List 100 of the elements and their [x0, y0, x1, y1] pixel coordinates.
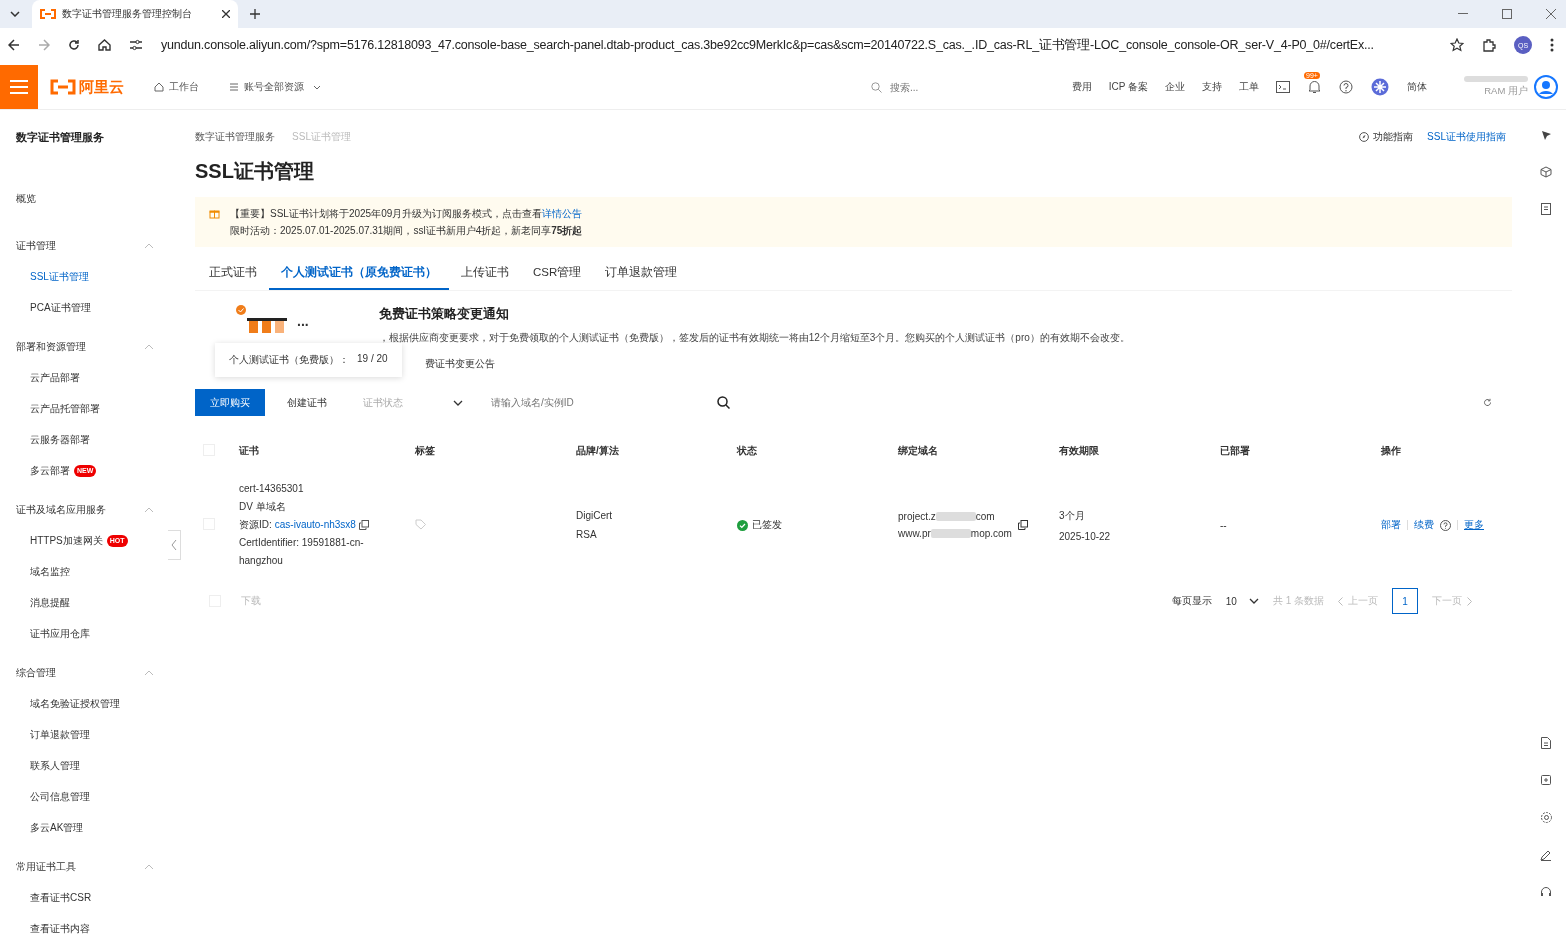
cube-icon[interactable] — [1540, 166, 1552, 178]
minimize-icon[interactable] — [1458, 13, 1468, 15]
sidebar-item[interactable]: 域名免验证授权管理 — [16, 688, 168, 719]
logo-icon — [40, 9, 56, 19]
sidebar-item[interactable]: 云产品部署 — [16, 362, 168, 393]
back-icon[interactable] — [8, 39, 20, 51]
expiry-date: 2025-10-22 — [1059, 530, 1112, 542]
header-link[interactable]: 费用 — [1071, 80, 1092, 94]
chevron-down-icon[interactable] — [10, 11, 20, 17]
sidebar-item[interactable]: 消息提醒 — [16, 587, 168, 618]
settings-icon[interactable] — [1539, 811, 1553, 824]
chevron-down-icon — [453, 399, 463, 406]
sidebar-group[interactable]: 常用证书工具 — [16, 851, 168, 882]
edit-icon[interactable] — [1540, 849, 1552, 861]
refresh-icon[interactable] — [1483, 398, 1492, 407]
quota-value: 19 / 20 — [357, 353, 388, 366]
sidebar-item[interactable]: 查看证书内容 — [16, 913, 168, 944]
total-count: 共 1 条数据 — [1272, 594, 1324, 608]
domain-text: com — [975, 510, 995, 524]
close-icon[interactable] — [222, 10, 230, 18]
sidebar-item[interactable]: 概览 — [16, 176, 168, 222]
sidebar-item[interactable]: 公司信息管理 — [16, 781, 168, 812]
more-link[interactable]: 更多 — [1464, 518, 1484, 532]
renew-link[interactable]: 续费 — [1414, 518, 1434, 532]
chevron-right-icon — [1467, 596, 1472, 606]
page-size-select[interactable]: 10 — [1225, 595, 1259, 607]
blurred-username — [1464, 76, 1528, 82]
tab[interactable]: 个人测试证书（原免费证书） — [269, 257, 449, 290]
page-number-button[interactable]: 1 — [1392, 588, 1418, 614]
sidebar-group[interactable]: 证书及域名应用服务 — [16, 494, 168, 525]
deploy-link[interactable]: 部署 — [1381, 518, 1401, 532]
sidebar-item[interactable]: PCA证书管理 — [16, 292, 168, 323]
chevron-up-icon — [144, 242, 154, 249]
gift-box-icon[interactable] — [1540, 774, 1552, 786]
extension-icon[interactable] — [1482, 38, 1496, 52]
menu-button[interactable] — [0, 65, 38, 109]
sidebar-item[interactable]: 联系人管理 — [16, 750, 168, 781]
home-icon — [154, 82, 164, 92]
sidebar-item[interactable]: 订单退款管理 — [16, 719, 168, 750]
document-icon[interactable] — [1541, 203, 1551, 215]
chevron-up-icon — [144, 343, 154, 350]
help-icon[interactable] — [1339, 80, 1353, 94]
copy-icon[interactable] — [1017, 520, 1028, 530]
terminal-icon[interactable] — [1276, 81, 1290, 93]
pointer-icon[interactable] — [1540, 130, 1552, 141]
column-header: 已部署 — [1219, 444, 1251, 458]
page-size-label: 每页显示 — [1171, 594, 1212, 608]
sidebar-item[interactable]: 查看证书CSR — [16, 882, 168, 913]
buy-button[interactable]: 立即购买 — [195, 389, 265, 416]
sidebar-item[interactable]: SSL证书管理 — [16, 261, 168, 292]
tab[interactable]: 上传证书 — [449, 257, 521, 290]
new-tab-icon[interactable] — [250, 9, 260, 19]
sidebar-group[interactable]: 部署和资源管理 — [16, 331, 168, 362]
tab[interactable]: CSR管理 — [521, 257, 594, 290]
resources-dropdown[interactable]: 账号全部资源 — [229, 80, 321, 94]
headset-icon[interactable] — [1540, 886, 1552, 898]
menu-icon[interactable] — [1550, 38, 1554, 52]
details-link[interactable]: 详情公告 — [542, 208, 583, 219]
header-link[interactable]: ICP 备案 — [1108, 80, 1148, 94]
help-icon[interactable] — [1440, 519, 1451, 531]
header-link[interactable]: 企业 — [1165, 80, 1185, 94]
tab[interactable]: 订单退款管理 — [593, 257, 690, 290]
sidebar-item[interactable]: 云产品托管部署 — [16, 393, 168, 424]
sidebar-item[interactable]: 云服务器部署 — [16, 424, 168, 455]
guide-link[interactable]: 功能指南 — [1359, 130, 1414, 144]
sidebar-item[interactable]: 域名监控 — [16, 556, 168, 587]
reload-icon[interactable] — [68, 39, 80, 51]
blurred-text — [930, 529, 971, 538]
bell-icon[interactable] — [1308, 80, 1321, 94]
browser-tab[interactable]: 数字证书管理服务管理控制台 — [32, 0, 238, 28]
sidebar-item[interactable]: 多云AK管理 — [16, 812, 168, 843]
header-link[interactable]: 支持 — [1202, 80, 1222, 94]
tab[interactable]: 正式证书 — [197, 257, 269, 290]
avatar-icon[interactable] — [1534, 75, 1558, 99]
guide-link[interactable]: SSL证书使用指南 — [1427, 130, 1506, 144]
bookmark-star-icon[interactable] — [1450, 38, 1464, 52]
chevron-left-icon — [171, 539, 177, 551]
language-link[interactable]: 简体 — [1407, 80, 1427, 94]
more-text: ... — [297, 313, 309, 329]
header-link[interactable]: 工单 — [1239, 80, 1259, 94]
maximize-icon[interactable] — [1502, 9, 1512, 19]
column-header: 绑定域名 — [897, 444, 939, 458]
assistant-icon[interactable] — [1371, 78, 1389, 96]
user-role: RAM 用户 — [1484, 85, 1528, 98]
site-settings-icon[interactable] — [129, 39, 143, 51]
search-icon[interactable] — [717, 396, 730, 409]
promo-text: ，根据供应商变更要求，对于免费领取的个人测试证书（免费版），签发后的证书有效期统一将由12个月缩短至3个月。您购买的个人测试证书（pro）的有效期不会改变。 — [378, 331, 1130, 345]
sidebar-item[interactable]: 证书应用仓库 — [16, 618, 168, 649]
document-icon[interactable] — [1541, 737, 1551, 749]
sidebar-group[interactable]: 证书管理 — [16, 230, 168, 261]
home-icon[interactable] — [98, 39, 111, 51]
copy-icon[interactable] — [358, 520, 369, 530]
resource-id-link[interactable]: cas-ivauto-nh3sx8 — [274, 516, 356, 534]
status-text: 已签发 — [752, 518, 782, 532]
address-bar[interactable]: yundun.console.aliyun.com/?spm=5176.12818093_47.console-base_search-panel.dtab-product_cas.3be92cc9MerkIc&p=cas&scm=20140722.S_cas._.ID_cas-RL_证书管理-LOC_console_console-OR_ser-V_4-P0_0#/certEx... — [161, 36, 1432, 54]
gift-icon — [209, 208, 220, 219]
logo-icon — [50, 79, 76, 95]
workbench-link[interactable]: 工作台 — [154, 80, 199, 94]
sidebar-group[interactable]: 综合管理 — [16, 657, 168, 688]
breadcrumb-link[interactable]: 数字证书管理服务 — [195, 131, 275, 142]
